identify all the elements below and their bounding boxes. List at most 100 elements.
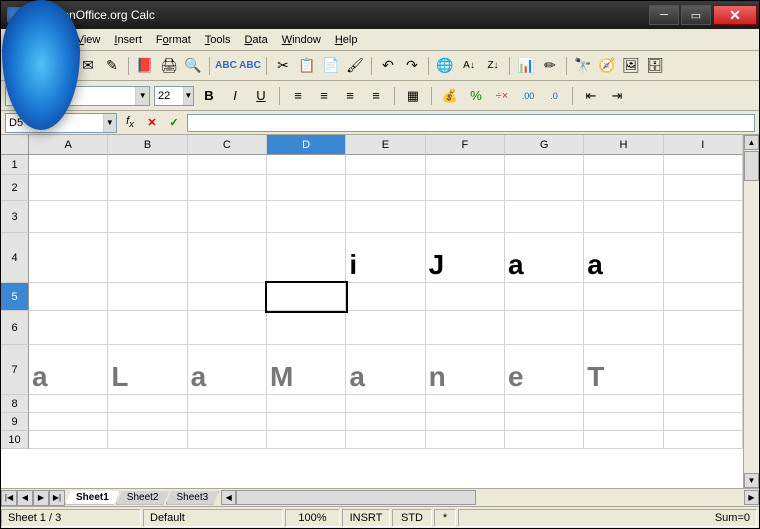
row-header[interactable]: 7 [1, 345, 29, 395]
status-insert-mode[interactable]: INSRT [342, 509, 390, 527]
cell[interactable] [29, 413, 108, 431]
column-header[interactable]: D [267, 135, 346, 155]
status-zoom[interactable]: 100% [285, 509, 340, 527]
scroll-up-icon[interactable]: ▲ [744, 135, 759, 150]
column-header[interactable]: E [346, 135, 425, 155]
cell[interactable] [584, 395, 663, 413]
dropdown-arrow-icon[interactable]: ▼ [183, 87, 193, 105]
cell[interactable] [267, 395, 346, 413]
cell[interactable] [346, 431, 425, 449]
cell[interactable] [108, 175, 187, 201]
del-decimal-icon[interactable]: .0 [543, 85, 565, 107]
align-center-icon[interactable]: ≡ [313, 85, 335, 107]
row-header[interactable]: 2 [1, 175, 29, 201]
cell[interactable]: i [346, 233, 425, 283]
cell[interactable] [426, 413, 505, 431]
sort-desc-icon[interactable]: Z↓ [482, 55, 504, 77]
cell[interactable] [505, 395, 584, 413]
vertical-scrollbar[interactable]: ▲ ▼ [743, 135, 759, 488]
menu-insert[interactable]: Insert [107, 32, 149, 48]
cell[interactable] [664, 395, 743, 413]
find-icon[interactable]: 🔭 [572, 55, 594, 77]
row-header[interactable]: 6 [1, 311, 29, 345]
row-header[interactable]: 10 [1, 431, 29, 449]
redo-icon[interactable]: ↷ [401, 55, 423, 77]
last-sheet-icon[interactable]: ▶| [49, 490, 65, 506]
cell[interactable] [188, 311, 267, 345]
scroll-right-icon[interactable]: ▶ [744, 490, 759, 505]
column-header[interactable]: B [108, 135, 187, 155]
menu-tools[interactable]: Tools [198, 32, 238, 48]
format-paint-icon[interactable]: 🖌 [344, 55, 366, 77]
cells-area[interactable]: iJaaaLaManeT [29, 155, 743, 488]
hyperlink-icon[interactable]: 🌐 [434, 55, 456, 77]
pdf-icon[interactable]: 📕 [134, 55, 156, 77]
cell[interactable] [664, 431, 743, 449]
cell[interactable] [664, 311, 743, 345]
align-right-icon[interactable]: ≡ [339, 85, 361, 107]
row-header[interactable]: 9 [1, 413, 29, 431]
cell[interactable] [188, 283, 267, 311]
cell[interactable] [267, 233, 346, 283]
column-header[interactable]: I [664, 135, 743, 155]
menu-help[interactable]: Help [328, 32, 365, 48]
select-all-corner[interactable] [1, 135, 29, 155]
menu-window[interactable]: Window [275, 32, 328, 48]
maximize-button[interactable]: ▭ [681, 5, 711, 25]
copy-icon[interactable]: 📋 [296, 55, 318, 77]
cell[interactable] [664, 155, 743, 175]
cell[interactable] [188, 175, 267, 201]
cell[interactable] [426, 201, 505, 233]
cancel-icon[interactable]: ✕ [143, 114, 161, 132]
cell[interactable] [505, 155, 584, 175]
standard-format-icon[interactable]: ÷× [491, 85, 513, 107]
cell[interactable] [346, 283, 425, 311]
prev-sheet-icon[interactable]: ◀ [17, 490, 33, 506]
edit-icon[interactable]: ✎ [101, 55, 123, 77]
chart-icon[interactable]: 📊 [515, 55, 537, 77]
cell[interactable] [108, 431, 187, 449]
cell[interactable] [29, 395, 108, 413]
cell[interactable] [505, 311, 584, 345]
close-button[interactable]: ✕ [713, 5, 757, 25]
row-header[interactable]: 5 [1, 283, 29, 311]
align-justify-icon[interactable]: ≡ [365, 85, 387, 107]
cell[interactable] [346, 201, 425, 233]
cell[interactable] [664, 413, 743, 431]
cell[interactable] [584, 201, 663, 233]
cell[interactable]: a [188, 345, 267, 395]
cell[interactable] [29, 311, 108, 345]
cell[interactable]: T [584, 345, 663, 395]
cell[interactable]: a [505, 233, 584, 283]
cell[interactable] [426, 175, 505, 201]
cell[interactable] [426, 283, 505, 311]
sheet-tab[interactable]: Sheet1 [65, 491, 120, 505]
cell[interactable] [29, 201, 108, 233]
font-size-combo[interactable]: ▼ [154, 86, 194, 106]
cell[interactable]: J [426, 233, 505, 283]
cell[interactable]: e [505, 345, 584, 395]
column-header[interactable]: F [426, 135, 505, 155]
cell[interactable] [664, 201, 743, 233]
preview-icon[interactable]: 🔍 [182, 55, 204, 77]
cell[interactable] [267, 283, 346, 311]
italic-button[interactable]: I [224, 85, 246, 107]
bold-button[interactable]: B [198, 85, 220, 107]
column-header[interactable]: H [584, 135, 663, 155]
cell[interactable] [426, 311, 505, 345]
cell[interactable] [584, 413, 663, 431]
cell[interactable] [267, 431, 346, 449]
row-header[interactable]: 4 [1, 233, 29, 283]
cell[interactable] [108, 395, 187, 413]
paste-icon[interactable]: 📄 [320, 55, 342, 77]
dropdown-arrow-icon[interactable]: ▼ [135, 87, 149, 105]
first-sheet-icon[interactable]: |◀ [1, 490, 17, 506]
sheet-tab[interactable]: Sheet3 [166, 491, 220, 505]
cell[interactable] [267, 311, 346, 345]
sheet-tab[interactable]: Sheet2 [116, 491, 170, 505]
cell[interactable] [584, 155, 663, 175]
scroll-down-icon[interactable]: ▼ [744, 473, 759, 488]
status-sum[interactable]: Sum=0 [458, 509, 757, 527]
cell[interactable] [188, 431, 267, 449]
cell[interactable] [664, 233, 743, 283]
